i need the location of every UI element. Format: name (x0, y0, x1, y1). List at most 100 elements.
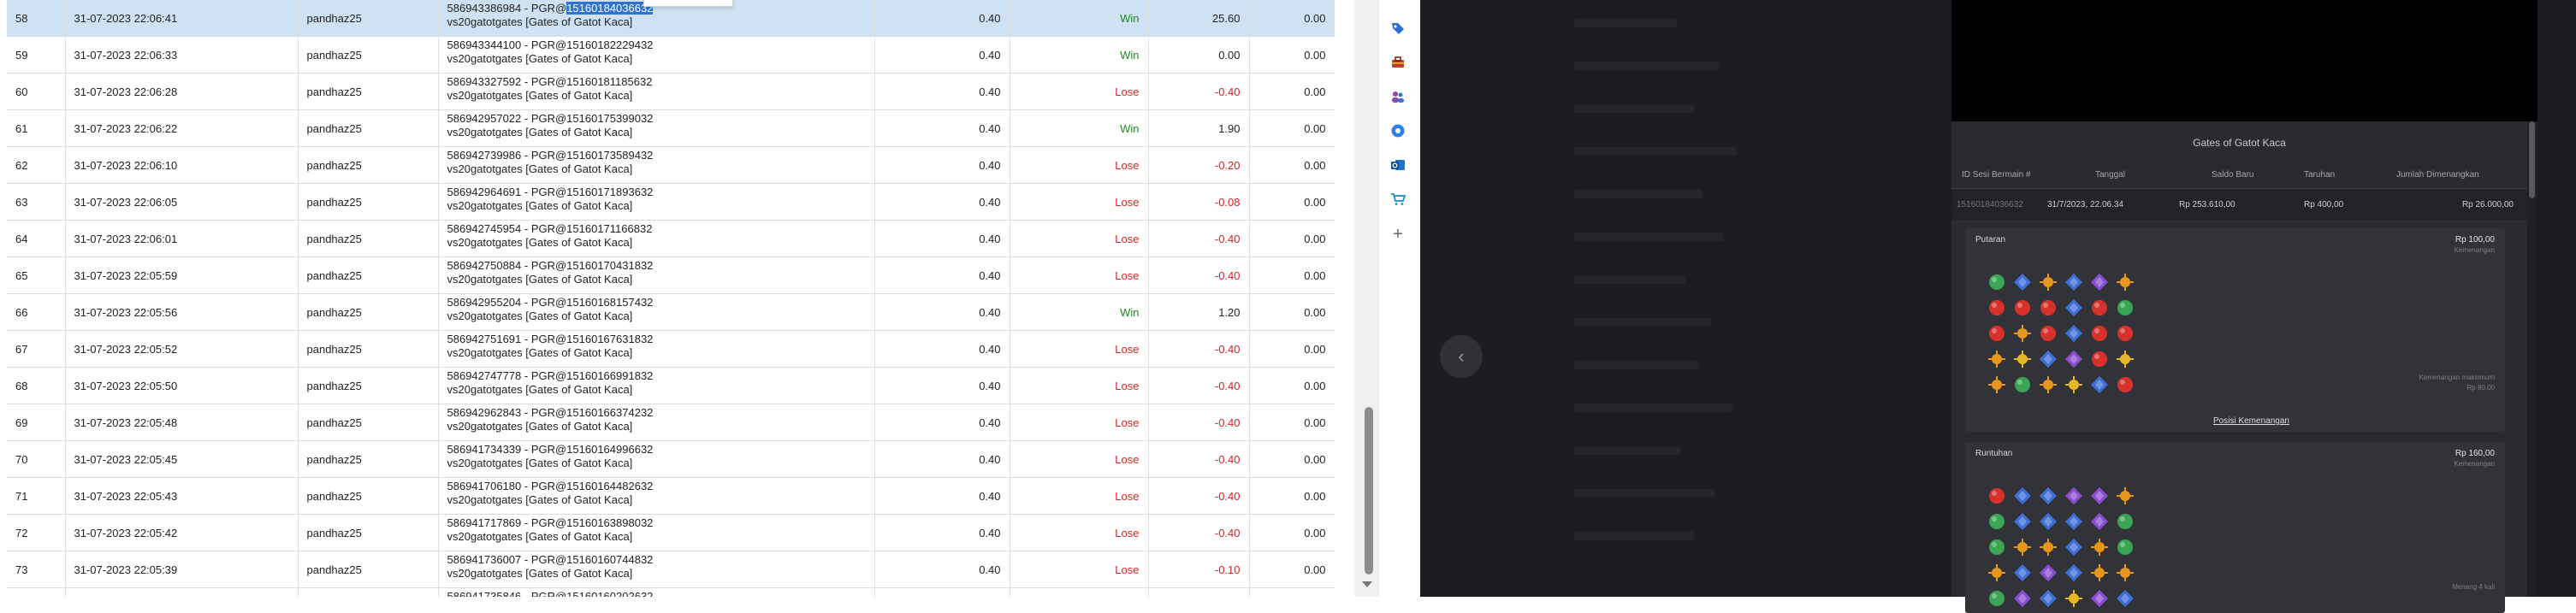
selected-text[interactable]: 15160184036632 (566, 2, 654, 15)
cart-icon[interactable] (1388, 189, 1408, 209)
description-line-1[interactable]: 586942739986 - PGR@15160173589432 (447, 149, 866, 162)
row-jackpot: 0.00 (1249, 514, 1335, 551)
gold-symbol (2061, 372, 2087, 398)
win-positions-link[interactable]: Posisi Kemenangan (2213, 416, 2289, 426)
table-row[interactable]: 64 31-07-2023 22:06:01 pandhaz25 5869427459… (7, 220, 1335, 257)
table-row[interactable]: 72 31-07-2023 22:05:42 pandhaz25 5869417178… (7, 514, 1335, 551)
row-description: 586942964691 - PGR@15160171893632 vs20gat… (438, 183, 875, 221)
purple-helm-symbol (2010, 586, 2035, 611)
row-jackpot: 0.00 (1249, 0, 1335, 37)
gear-circle-icon[interactable] (1388, 121, 1408, 141)
row-result: Win (1010, 36, 1149, 74)
gold-symbol (2112, 346, 2138, 372)
table-row[interactable]: 60 31-07-2023 22:06:28 pandhaz25 5869433275… (7, 73, 1335, 110)
description-line-1[interactable]: 586941734339 - PGR@15160164996632 (447, 443, 866, 457)
description-line-1[interactable]: 586941736007 - PGR@15160160744832 (447, 553, 866, 567)
gold-symbol (2061, 586, 2087, 611)
row-date: 31-07-2023 22:05:32 (65, 587, 299, 597)
toolbox-icon[interactable] (1388, 52, 1408, 73)
row-number: 71 (7, 477, 66, 515)
game-name-text: vs20gatotgates [Gates of Gatot Kaca] (447, 89, 633, 102)
row-bet: 0.40 (874, 440, 1010, 478)
row-date: 31-07-2023 22:05:56 (65, 293, 299, 331)
game-history-modal: Gates of Gatot Kaca ID Sesi Bermain # Ta… (1951, 121, 2527, 613)
tag-icon[interactable] (1388, 18, 1408, 38)
row-date: 31-07-2023 22:05:48 (65, 404, 299, 441)
row-bet: 0.40 (874, 514, 1010, 551)
description-line-1[interactable]: 586942751691 - PGR@15160167631832 (447, 333, 866, 346)
description-line-1[interactable]: 586942745954 - PGR@15160171166832 (447, 222, 866, 236)
table-row[interactable]: 61 31-07-2023 22:06:22 pandhaz25 5869429570… (7, 109, 1335, 147)
description-line-1[interactable]: 586941717869 - PGR@15160163898032 (447, 516, 866, 530)
red-gem-symbol (2087, 321, 2112, 346)
table-row[interactable]: 65 31-07-2023 22:05:59 pandhaz25 5869427508… (7, 256, 1335, 294)
description-line-1[interactable]: 586942750884 - PGR@15160170431832 (447, 259, 866, 273)
row-description: 586943327592 - PGR@15160181185632 vs20gat… (438, 73, 875, 110)
tumble-amount: Rp 160,00 (2455, 449, 2495, 458)
game-name-text: vs20gatotgates [Gates of Gatot Kaca] (447, 15, 633, 28)
table-row[interactable]: 62 31-07-2023 22:06:10 pandhaz25 5869427399… (7, 146, 1335, 184)
table-row[interactable]: 59 31-07-2023 22:06:33 pandhaz25 5869433441… (7, 36, 1335, 74)
orange-crown-symbol (1984, 346, 2010, 372)
table-row[interactable]: 63 31-07-2023 22:06:05 pandhaz25 5869429646… (7, 183, 1335, 221)
row-result: Lose (1010, 183, 1149, 221)
blue-sword-symbol (2112, 586, 2138, 611)
table-row[interactable]: 66 31-07-2023 22:05:56 pandhaz25 5869429552… (7, 293, 1335, 331)
description-line-1[interactable]: 586943344100 - PGR@15160182229432 (447, 38, 866, 52)
row-bet: 0.40 (874, 183, 1010, 221)
transaction-id-text: 586941736007 - PGR@15160160744832 (447, 553, 654, 566)
row-jackpot: 0.00 (1249, 36, 1335, 74)
blue-sword-symbol (2061, 534, 2087, 560)
table-row[interactable]: 69 31-07-2023 22:05:48 pandhaz25 5869429628… (7, 404, 1335, 441)
orange-crown-symbol (2035, 269, 2061, 295)
outlook-icon[interactable] (1388, 155, 1408, 175)
row-win-amount: -0.10 (1148, 551, 1250, 588)
row-number: 59 (7, 36, 66, 74)
backdrop-text-line (1574, 446, 1681, 455)
session-win-value: Rp 26.000,00 (2461, 200, 2514, 209)
row-number: 64 (7, 220, 66, 257)
description-line-1[interactable]: 586941706180 - PGR@15160164482632 (447, 480, 866, 493)
row-jackpot: 0.00 (1249, 404, 1335, 441)
transaction-id-text: 586943344100 - PGR@15160182229432 (447, 38, 654, 51)
row-win-amount: -0.40 (1148, 256, 1250, 294)
session-id-value: 15160184036632 (1957, 200, 2023, 209)
orange-crown-symbol (2010, 534, 2035, 560)
table-row[interactable]: 70 31-07-2023 22:05:45 pandhaz25 5869417343… (7, 440, 1335, 478)
orange-crown-symbol (2010, 321, 2035, 346)
row-username: pandhaz25 (298, 146, 439, 184)
description-line-1[interactable]: 586942964691 - PGR@15160171893632 (447, 186, 866, 199)
plus-icon[interactable]: + (1388, 224, 1408, 245)
scrollbar-thumb[interactable] (1365, 407, 1373, 575)
previous-arrow-button[interactable]: ‹ (1440, 335, 1483, 378)
row-jackpot: 0.00 (1249, 587, 1335, 597)
description-line-1[interactable]: 586942955204 - PGR@15160168157432 (447, 296, 866, 309)
row-jackpot: 0.00 (1249, 109, 1335, 147)
backdrop-text-line (1574, 489, 1715, 498)
description-line-1[interactable]: 586941735846 - PGR@15160160202632 (447, 590, 866, 597)
description-line-1[interactable]: 586942747778 - PGR@15160166991832 (447, 369, 866, 383)
row-result: Lose (1010, 256, 1149, 294)
row-result: Lose (1010, 220, 1149, 257)
table-row[interactable]: 7431-07-2023 22:05:32pandhaz255869417358… (7, 587, 1335, 597)
row-bet: 0.40 (874, 477, 1010, 515)
row-username: pandhaz25 (298, 0, 439, 37)
table-row[interactable]: 68 31-07-2023 22:05:50 pandhaz25 5869427477… (7, 367, 1335, 404)
modal-scrollbar-thumb[interactable] (2529, 121, 2535, 198)
table-row[interactable]: 73 31-07-2023 22:05:39 pandhaz25 5869417360… (7, 551, 1335, 588)
session-bet-value: Rp 400,00 (2304, 200, 2344, 209)
row-date: 31-07-2023 22:05:52 (65, 330, 299, 368)
description-line-1[interactable]: 586943327592 - PGR@15160181185632 (447, 75, 866, 89)
description-line-1[interactable]: 586942962843 - PGR@15160166374232 (447, 406, 866, 420)
row-win-amount: -0.40 (1148, 367, 1250, 404)
row-username: pandhaz25 (298, 404, 439, 441)
table-row[interactable]: 67 31-07-2023 22:05:52 pandhaz25 5869427516… (7, 330, 1335, 368)
row-result: Lose (1010, 404, 1149, 441)
description-line-1[interactable]: 586942957022 - PGR@15160175399032 (447, 112, 866, 126)
people-icon[interactable] (1388, 86, 1408, 107)
green-gem-symbol (1984, 534, 2010, 560)
table-row[interactable]: 71 31-07-2023 22:05:43 pandhaz25 5869417061… (7, 477, 1335, 515)
row-date: 31-07-2023 22:06:10 (65, 146, 299, 184)
backdrop-text-line (1574, 19, 1677, 27)
scroll-down-arrow[interactable] (1362, 581, 1372, 587)
